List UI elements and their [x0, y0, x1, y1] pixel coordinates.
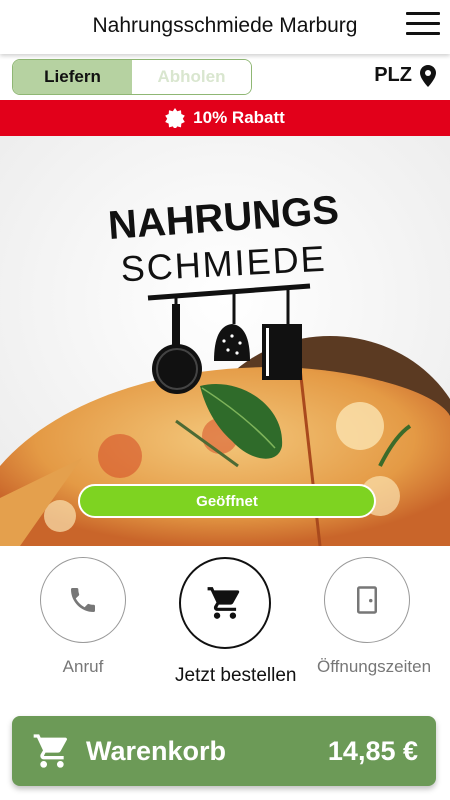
discount-text: 10% Rabatt [193, 108, 285, 127]
order-now-button[interactable] [179, 557, 271, 649]
app-header: Nahrungsschmiede Marburg [0, 0, 450, 54]
cart-total: 14,85 € [327, 735, 418, 766]
shopping-cart-icon [207, 587, 240, 619]
delivery-mode-toggle: Liefern Abholen [12, 59, 252, 95]
tab-abholen[interactable]: Abholen [132, 60, 251, 94]
call-button[interactable] [40, 557, 126, 643]
order-now-label: Jetzt bestellen [175, 665, 297, 686]
page-title: Nahrungsschmiede Marburg [92, 14, 358, 37]
door-icon [357, 586, 377, 614]
cart-button[interactable]: Warenkorb 14,85 € [12, 716, 436, 786]
postcode-selector[interactable]: PLZ [374, 64, 436, 87]
order-action: Jetzt bestellen [175, 557, 297, 687]
hamburger-menu-icon[interactable] [406, 12, 440, 38]
phone-icon [71, 588, 95, 612]
call-label: Anruf [62, 657, 104, 676]
cart-label: Warenkorb [86, 735, 227, 766]
opening-hours-label: Öffnungszeiten [317, 657, 432, 676]
badge-icon [165, 108, 185, 128]
opening-hours-action: Öffnungszeiten [317, 557, 432, 677]
postcode-label: PLZ [374, 64, 412, 86]
open-status-badge: Geöffnet [78, 484, 376, 518]
opening-hours-button[interactable] [324, 557, 410, 643]
location-pin-icon [420, 64, 436, 87]
shopping-cart-icon [33, 734, 67, 768]
tab-liefern[interactable]: Liefern [13, 60, 132, 94]
call-action: Anruf [33, 557, 133, 677]
discount-banner[interactable]: 10% Rabatt [0, 100, 450, 136]
